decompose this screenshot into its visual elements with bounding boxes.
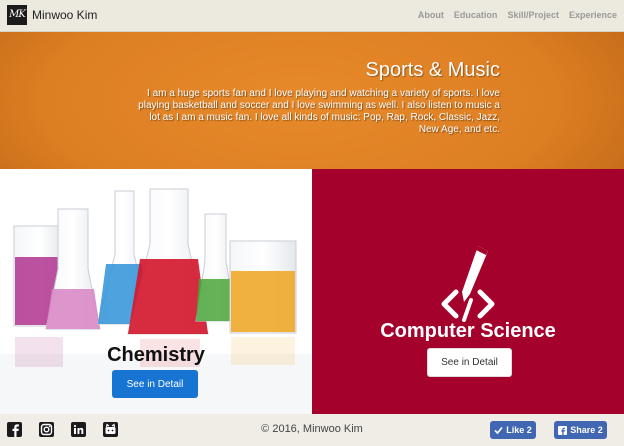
chemistry-panel[interactable]: Chemistry See in Detail: [0, 169, 312, 414]
hero-banner: Sports & Music I am a huge sports fan an…: [0, 32, 624, 169]
like-label: Like 2: [506, 425, 532, 435]
check-icon: [494, 426, 503, 434]
computer-science-detail-button[interactable]: See in Detail: [427, 348, 512, 377]
computer-science-panel[interactable]: Computer Science See in Detail: [312, 169, 624, 414]
brand-name[interactable]: Minwoo Kim: [32, 8, 97, 22]
nav-skill-project[interactable]: Skill/Project: [507, 10, 559, 20]
hero-title: Sports & Music: [365, 59, 500, 81]
nav-experience[interactable]: Experience: [569, 10, 617, 20]
code-pencil-icon: [441, 246, 495, 322]
nav-about[interactable]: About: [418, 10, 444, 20]
facebook-like-button[interactable]: Like 2: [490, 421, 536, 439]
brand-logo[interactable]: MK: [7, 5, 27, 25]
chemistry-title: Chemistry: [107, 344, 205, 366]
share-label: Share 2: [570, 425, 603, 435]
navbar: MK Minwoo Kim About Education Skill/Proj…: [0, 0, 624, 32]
chemistry-detail-button[interactable]: See in Detail: [112, 370, 198, 398]
footer: © 2016, Minwoo Kim Like 2 Share 2: [0, 414, 624, 446]
hero-description: I am a huge sports fan and I love playin…: [138, 88, 500, 135]
computer-science-title: Computer Science: [380, 320, 556, 342]
facebook-small-icon: [558, 425, 568, 435]
nav-education[interactable]: Education: [454, 10, 498, 20]
facebook-share-button[interactable]: Share 2: [554, 421, 607, 439]
brand[interactable]: MK Minwoo Kim: [7, 5, 97, 25]
nav-links: About Education Skill/Project Experience: [418, 10, 617, 20]
